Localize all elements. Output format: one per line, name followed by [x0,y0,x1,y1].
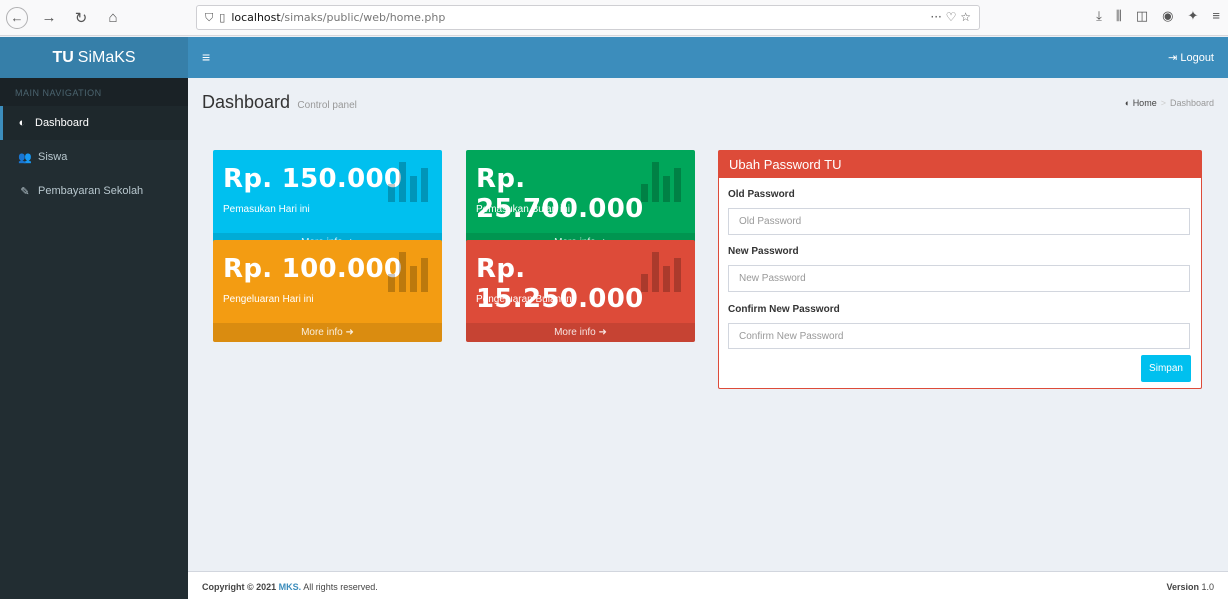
sidebar-item-label: Dashboard [35,117,89,129]
sidebar-item-label: Pembayaran Sekolah [38,185,144,197]
version-label: Version [1166,582,1199,592]
sidebar-toggle-icon[interactable]: ◫ [1136,8,1148,24]
bar-chart-icon [641,162,681,202]
home-icon[interactable]: ⌂ [102,7,124,29]
sidebar-item-pembayaran[interactable]: ✎ Pembayaran Sekolah [0,174,188,208]
version-info: Version 1.0 [1166,582,1214,592]
menu-icon[interactable]: ≡ [1212,8,1220,24]
page-subtitle: Control panel [297,100,357,111]
library-icon[interactable]: ⫼ [1116,8,1122,24]
breadcrumb-separator: > [1160,98,1166,108]
footer-brand-link[interactable]: MKS. [279,582,302,592]
panel-title: Ubah Password TU [719,151,1201,178]
dashboard-icon: ◐ [1124,98,1133,108]
users-icon: 👥 [18,151,32,164]
stat-amount: Rp. 150.000 [223,164,403,194]
account-icon[interactable]: ◉ [1162,8,1173,24]
stat-box-income-today: Rp. 150.000 Pemasukan Hari ini More info… [213,150,442,252]
hamburger-icon[interactable]: ≡ [202,49,210,65]
logout-button[interactable]: ⇥ Logout [1168,51,1214,64]
shield-icon: ⛉ [205,10,214,24]
confirm-password-label: Confirm New Password [728,304,840,315]
breadcrumb: ◐ Home > Dashboard [1125,98,1214,108]
arrow-circle-right-icon: ➜ [345,327,354,338]
stat-label: Pemasukan Hari ini [223,204,310,215]
new-password-label: New Password [728,246,799,257]
sidebar-item-dashboard[interactable]: ◐ Dashboard [0,106,188,140]
breadcrumb-current: Dashboard [1169,98,1214,108]
content-header: Dashboard Control panel [202,92,357,113]
reload-icon[interactable]: ↻ [70,7,92,29]
stat-box-income-month: Rp. 25.700.000 Pemasukan Bulan ini More … [466,150,695,252]
stat-box-expense-today: Rp. 100.000 Pengeluaran Hari ini More in… [213,240,442,342]
more-info-link[interactable]: More info ➜ [213,323,442,342]
confirm-password-input[interactable]: Confirm New Password [728,323,1190,349]
page-title: Dashboard [202,92,291,112]
address-bar[interactable]: ⛉ ▯ localhost/simaks/public/web/home.php… [196,5,980,30]
logout-icon: ⇥ [1168,52,1181,64]
logout-label: Logout [1180,52,1214,64]
extension-icon[interactable]: ✦ [1188,8,1199,24]
top-navbar: ≡ ⇥ Logout [188,37,1228,78]
bar-chart-icon [388,252,428,292]
bar-chart-icon [388,162,428,202]
stat-label: Pemasukan Bulan ini [476,204,570,215]
bar-chart-icon [641,252,681,292]
rights-text: All rights reserved. [303,582,378,592]
url-host: localhost [231,11,281,24]
browser-toolbar: ← → ↻ ⌂ ⛉ ▯ localhost/simaks/public/web/… [0,0,1228,36]
app-logo[interactable]: TU SiMaKS [0,37,188,78]
breadcrumb-home[interactable]: Home [1133,98,1157,108]
edit-icon: ✎ [20,185,30,198]
browser-nav: ← → ↻ ⌂ [0,6,200,29]
url-path: /simaks/public/web/home.php [280,11,446,24]
old-password-label: Old Password [728,189,795,200]
forward-icon[interactable]: → [38,7,60,29]
copyright-prefix: Copyright © 2021 [202,582,277,592]
change-password-panel: Ubah Password TU Old Password Old Passwo… [718,150,1202,389]
new-password-input[interactable]: New Password [728,265,1190,292]
old-password-input[interactable]: Old Password [728,208,1190,235]
stat-label: Pengeluaran Hari ini [223,294,314,305]
back-icon[interactable]: ← [6,6,28,29]
page-footer: Copyright © 2021 MKS. All rights reserve… [188,571,1228,599]
more-info-link[interactable]: More info ➜ [466,323,695,342]
more-info-label: More info [301,327,343,338]
version-value: 1.0 [1201,582,1214,592]
logo-bold: TU [52,48,74,66]
nav-header: MAIN NAVIGATION [0,78,188,106]
stat-box-expense-month: Rp. 15.250.000 Pengeluaran Bulan ini Mor… [466,240,695,342]
dashboard-icon: ◐ [18,117,26,129]
page-actions-icon[interactable]: ··· ♡ ☆ [930,10,971,24]
sidebar-item-label: Siswa [38,151,68,163]
browser-tools: ⤓ ⫼ ◫ ◉ ✦ ≡ [1096,8,1220,24]
copyright-text: Copyright © 2021 MKS. All rights reserve… [202,582,378,592]
save-button[interactable]: Simpan [1141,355,1191,382]
arrow-circle-right-icon: ➜ [598,327,607,338]
logo-text: SiMaKS [77,48,136,66]
sidebar-item-siswa[interactable]: 👥 Siswa [0,140,188,174]
sidebar: TU SiMaKS MAIN NAVIGATION ◐ Dashboard 👥 S… [0,37,188,599]
stat-amount: Rp. 100.000 [223,254,403,284]
download-icon[interactable]: ⤓ [1096,8,1102,24]
page-icon: ▯ [219,11,226,24]
stat-label: Pengeluaran Bulan ini [476,294,574,305]
more-info-label: More info [554,327,596,338]
